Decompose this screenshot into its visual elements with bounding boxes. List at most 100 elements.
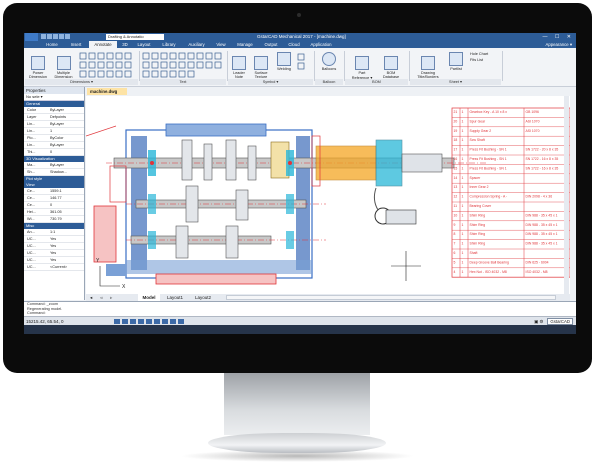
tab-3d[interactable]: 3D <box>119 41 131 48</box>
property-row[interactable]: Layer Defpoints <box>24 114 84 121</box>
multiple-dimension-button[interactable]: Multiple Dimension <box>51 52 76 79</box>
tab-annotate[interactable]: Annotate <box>89 41 117 48</box>
leader-note-button[interactable]: Leader Note <box>229 52 249 79</box>
tab-layout2[interactable]: Layout2 <box>190 294 216 301</box>
fits-list-button[interactable]: Fits List <box>470 58 483 63</box>
property-value[interactable]: Yes <box>50 236 56 242</box>
tab-view[interactable]: View <box>212 41 230 48</box>
selection-dropdown[interactable]: No sele ▾ <box>24 94 84 101</box>
vertical-scrollbar[interactable] <box>564 96 569 294</box>
property-value[interactable]: 1559.1 <box>50 188 62 194</box>
open-icon[interactable] <box>47 34 52 39</box>
settings-icon[interactable]: ⚙ <box>539 319 543 324</box>
appearance-menu[interactable]: Appearance ▾ <box>545 41 572 48</box>
new-icon[interactable] <box>41 34 46 39</box>
dimension-tools-grid[interactable] <box>79 52 137 78</box>
drawing-canvas[interactable]: Y X 21 1 Gearbox Key - A 10 x 8 x GB 1096 20… <box>85 96 571 294</box>
part-reference-button[interactable]: Part Reference ▾ <box>348 52 376 80</box>
workspace-dropdown[interactable]: Drafting & Annotatio <box>106 34 164 40</box>
property-row[interactable]: Lin... 1 <box>24 128 84 135</box>
model-toggle-icon[interactable] <box>170 319 176 324</box>
property-row[interactable]: Ce... 1559.1 <box>24 188 84 195</box>
property-row[interactable]: Wi... 730.79 <box>24 216 84 223</box>
tab-insert[interactable]: Insert <box>65 41 87 48</box>
property-value[interactable]: 146.77 <box>50 195 62 201</box>
property-row[interactable]: UC... <Current> <box>24 264 84 271</box>
property-value[interactable]: ByLayer <box>50 121 64 127</box>
surface-texture-button[interactable]: Surface Texture <box>250 52 272 79</box>
horizontal-scrollbar[interactable] <box>226 295 556 300</box>
osnap-toggle-icon[interactable] <box>146 319 152 324</box>
lineweight-toggle-icon[interactable] <box>162 319 168 324</box>
property-row[interactable]: Sh... Shadow... <box>24 169 84 176</box>
drawing-title-button[interactable]: Drawing Title/Borders <box>413 52 443 79</box>
property-value[interactable]: 0 <box>50 149 52 155</box>
property-value[interactable]: ByLayer <box>50 107 64 113</box>
save-icon[interactable] <box>53 34 58 39</box>
balloons-button[interactable]: Balloons <box>317 52 341 78</box>
cad-drawing[interactable]: Y X 21 1 Gearbox Key - A 10 x 8 x GB 109620… <box>85 96 571 294</box>
nav-prev-icon[interactable]: ◃ <box>100 294 108 301</box>
property-value[interactable]: ByLayer <box>50 162 64 168</box>
property-row[interactable]: An... 1:1 <box>24 229 84 236</box>
nav-first-icon[interactable]: ◂ <box>90 294 98 301</box>
snap-toggle-icon[interactable] <box>114 319 120 324</box>
property-row[interactable]: UC... Yes <box>24 250 84 257</box>
polar-toggle-icon[interactable] <box>138 319 144 324</box>
property-value[interactable]: <Current> <box>50 264 67 270</box>
tab-cloud[interactable]: Cloud <box>284 41 304 48</box>
property-value[interactable]: Yes <box>50 243 56 249</box>
tab-application[interactable]: Application <box>306 41 336 48</box>
property-row[interactable]: Ma... ByLayer <box>24 162 84 169</box>
property-row[interactable]: Color ByLayer <box>24 107 84 114</box>
app-logo-icon[interactable] <box>25 33 38 41</box>
partlist-button[interactable]: Partlist <box>445 52 467 78</box>
property-row[interactable]: Thi... 0 <box>24 149 84 156</box>
property-value[interactable]: ByLayer <box>50 142 64 148</box>
property-value[interactable]: Yes <box>50 250 56 256</box>
property-value[interactable]: Shadow... <box>50 169 67 175</box>
group-label-symbol[interactable]: Symbol ▾ <box>228 79 313 85</box>
property-row[interactable]: Lin... ByLayer <box>24 121 84 128</box>
tab-model[interactable]: Model <box>138 294 160 301</box>
window-controls[interactable]: — ☐ ✕ <box>543 33 574 41</box>
redo-icon[interactable] <box>65 34 70 39</box>
property-row[interactable]: Hei... 361.05 <box>24 209 84 216</box>
symbol-small-tools[interactable] <box>297 53 311 75</box>
group-label-sheet[interactable]: Sheet ▾ <box>410 79 501 85</box>
command-window[interactable]: Command: _zoom Regenerating model. Comma… <box>24 301 576 317</box>
tab-output[interactable]: Output <box>260 41 282 48</box>
undo-icon[interactable] <box>59 34 64 39</box>
hole-chart-button[interactable]: Hole Chart <box>470 52 488 57</box>
property-row[interactable]: Lin... ByLayer <box>24 142 84 149</box>
nav-next-icon[interactable]: ▹ <box>110 294 118 301</box>
property-value[interactable]: 1:1 <box>50 229 55 235</box>
property-row[interactable]: UC... Yes <box>24 257 84 264</box>
welding-button[interactable]: Welding <box>273 52 295 78</box>
property-value[interactable]: 361.05 <box>50 209 62 215</box>
lock-icon[interactable]: ▣ <box>534 319 538 324</box>
bom-database-button[interactable]: BOM Database <box>378 52 404 79</box>
property-value[interactable]: Yes <box>50 257 56 263</box>
property-row[interactable]: Ce... 0 <box>24 202 84 209</box>
property-row[interactable]: Plo... ByColor <box>24 135 84 142</box>
property-row[interactable]: UC... Yes <box>24 236 84 243</box>
property-value[interactable]: 0 <box>50 202 52 208</box>
grid-toggle-icon[interactable] <box>122 319 128 324</box>
group-label-dimensions[interactable]: Dimensions ▾ <box>25 79 138 85</box>
ortho-toggle-icon[interactable] <box>130 319 136 324</box>
tab-layout[interactable]: Layout <box>133 41 155 48</box>
tab-auxiliary[interactable]: Auxiliary <box>183 41 210 48</box>
tab-home[interactable]: Home <box>41 41 63 48</box>
property-value[interactable]: 1 <box>50 128 52 134</box>
otrack-toggle-icon[interactable] <box>154 319 160 324</box>
text-tools-grid[interactable] <box>142 52 230 78</box>
tab-manage[interactable]: Manage <box>232 41 258 48</box>
power-dimension-button[interactable]: Power Dimension <box>27 52 49 79</box>
tab-layout1[interactable]: Layout1 <box>162 294 188 301</box>
property-value[interactable]: Defpoints <box>50 114 66 120</box>
property-row[interactable]: Ce... 146.77 <box>24 195 84 202</box>
dyn-toggle-icon[interactable] <box>178 319 184 324</box>
property-value[interactable]: 730.79 <box>50 216 62 222</box>
property-row[interactable]: UC... Yes <box>24 243 84 250</box>
